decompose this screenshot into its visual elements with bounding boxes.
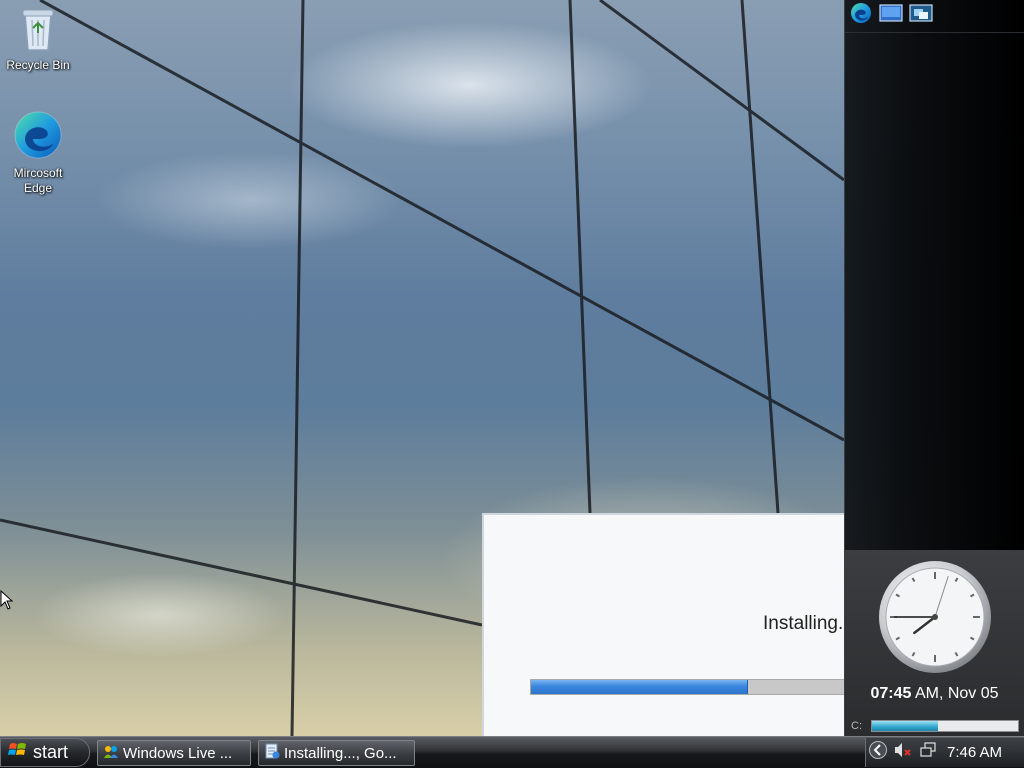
sidebar-gadgets: 07:45 AM, Nov 05 C: bbox=[845, 550, 1024, 736]
installer-status-text: Installing. bbox=[763, 613, 844, 634]
taskbar-item-label: Installing..., Go... bbox=[284, 744, 397, 762]
installer-progress-bar bbox=[530, 679, 844, 695]
clock-readout: 07:45 AM, Nov 05 bbox=[845, 685, 1024, 703]
taskbar-item-windows-live[interactable]: Windows Live ... bbox=[97, 740, 251, 766]
drive-usage-bar bbox=[871, 720, 1019, 732]
edge-shortcut[interactable]: Mircosoft Edge bbox=[0, 110, 76, 196]
clock-gadget[interactable] bbox=[878, 560, 992, 679]
sidebar-edge-button[interactable] bbox=[848, 2, 874, 29]
edge-icon bbox=[850, 2, 872, 29]
show-desktop-icon bbox=[879, 3, 903, 28]
tray-expand-icon[interactable] bbox=[868, 740, 888, 765]
installer-window[interactable]: Installing. bbox=[482, 513, 844, 736]
drive-usage-fill bbox=[872, 721, 938, 731]
clock-date: AM, Nov 05 bbox=[911, 685, 999, 702]
taskbar-item-label: Windows Live ... bbox=[123, 744, 233, 762]
taskbar: start Windows Live ... Installing..., Go… bbox=[0, 736, 1024, 768]
windows-sidebar: 07:45 AM, Nov 05 C: bbox=[844, 0, 1024, 736]
switch-windows-icon bbox=[909, 3, 933, 28]
sidebar-toolbar bbox=[845, 0, 1024, 33]
desktop-screen: Recycle Bin Mircosoft Edge Installing. 0… bbox=[0, 0, 1024, 768]
analog-clock-face bbox=[879, 561, 991, 673]
edge-icon bbox=[0, 110, 76, 164]
volume-muted-icon[interactable] bbox=[894, 742, 912, 763]
mouse-cursor-icon bbox=[0, 589, 14, 615]
tray-clock[interactable]: 7:46 AM bbox=[947, 744, 1002, 761]
installer-progress-fill bbox=[531, 680, 748, 694]
drive-meter-gadget[interactable]: C: bbox=[851, 718, 1021, 734]
sidebar-show-desktop-button[interactable] bbox=[878, 3, 904, 27]
taskbar-item-installing[interactable]: Installing..., Go... bbox=[258, 740, 415, 766]
edge-shortcut-label: Mircosoft Edge bbox=[13, 166, 63, 195]
drive-meter-label: C: bbox=[851, 720, 862, 732]
recycle-bin-icon bbox=[0, 6, 76, 56]
network-icon[interactable] bbox=[920, 742, 936, 763]
sidebar-switch-windows-button[interactable] bbox=[908, 3, 934, 27]
windows-live-icon bbox=[103, 743, 119, 763]
clock-time: 07:45 bbox=[870, 685, 912, 702]
recycle-bin-label: Recycle Bin bbox=[6, 58, 70, 72]
start-label: start bbox=[33, 742, 69, 762]
system-tray: 7:46 AM bbox=[865, 738, 1024, 767]
recycle-bin-shortcut[interactable]: Recycle Bin bbox=[0, 6, 76, 73]
windows-logo-icon bbox=[8, 740, 28, 765]
installer-icon bbox=[264, 743, 280, 763]
start-button[interactable]: start bbox=[0, 738, 90, 767]
